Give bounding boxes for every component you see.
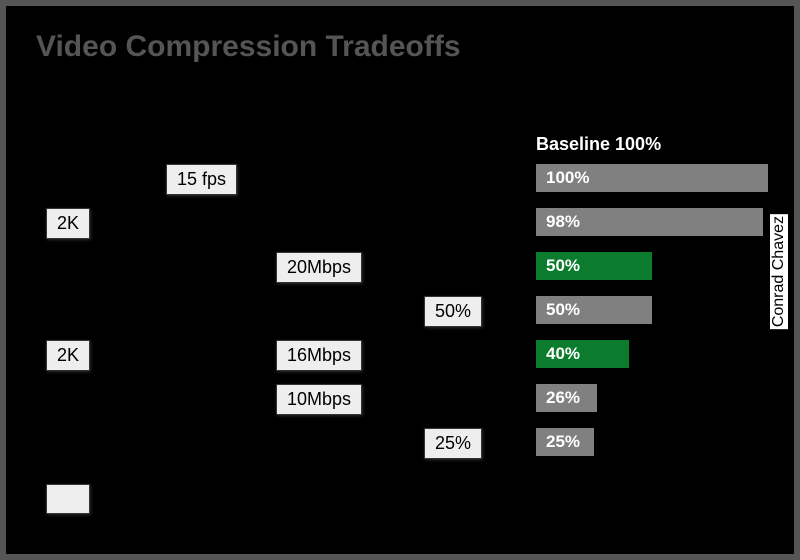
tag-20mbps: 20Mbps [276,252,362,283]
tag-10mbps: 10Mbps [276,384,362,415]
tag-25pct: 25% [424,428,482,459]
baseline-label: Baseline 100% [536,134,661,155]
bar-25: 25% [536,428,594,456]
bar-label: 100% [546,168,589,188]
author-credit: Conrad Chavez [770,214,788,329]
bar-label: 50% [546,256,580,276]
bar-label: 40% [546,344,580,364]
bar-label: 50% [546,300,580,320]
bar-50a: 50% [536,252,652,280]
chart-title: Video Compression Tradeoffs [36,30,461,64]
bar-26: 26% [536,384,597,412]
bar-50b: 50% [536,296,652,324]
tag-2k-b: 2K [46,340,90,371]
tag-16mbps: 16Mbps [276,340,362,371]
tag-15fps: 15 fps [166,164,237,195]
bar-40: 40% [536,340,629,368]
bar-label: 25% [546,432,580,452]
bar-label: 26% [546,388,580,408]
bar-100: 100% [536,164,768,192]
bar-label: 98% [546,212,580,232]
bar-98: 98% [536,208,763,236]
tag-2k-a: 2K [46,208,90,239]
tag-50pct: 50% [424,296,482,327]
empty-box [46,484,90,514]
